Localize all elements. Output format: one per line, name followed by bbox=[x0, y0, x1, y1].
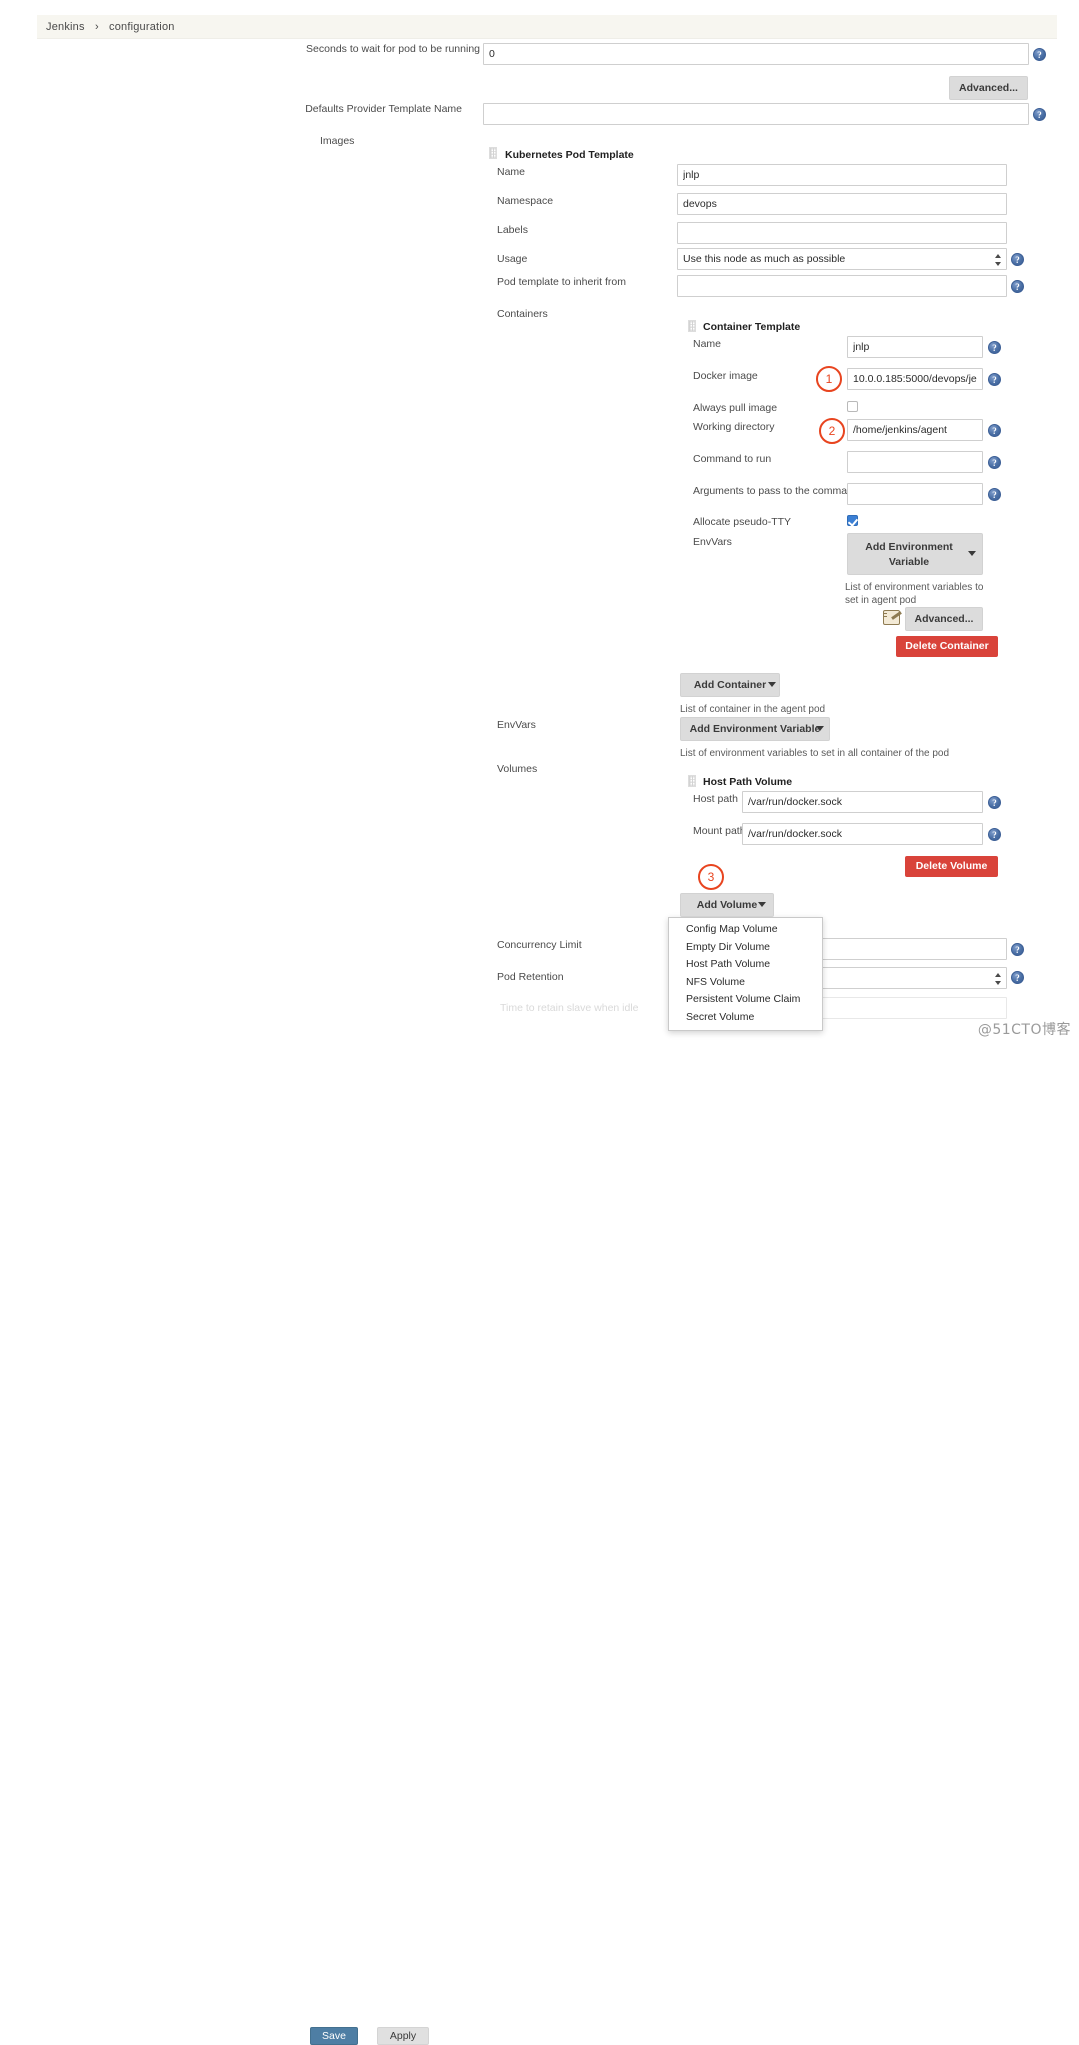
always-pull-label: Always pull image bbox=[693, 402, 778, 414]
delete-volume-button[interactable]: Delete Volume bbox=[905, 856, 998, 877]
breadcrumb-root[interactable]: Jenkins bbox=[46, 21, 85, 33]
help-icon-pod-usage[interactable]: ? bbox=[1011, 253, 1024, 266]
seconds-to-wait-input[interactable] bbox=[483, 43, 1029, 65]
help-icon-host-path[interactable]: ? bbox=[988, 796, 1001, 809]
menu-item-secret-volume[interactable]: Secret Volume bbox=[669, 1009, 822, 1027]
pod-namespace-input[interactable] bbox=[677, 193, 1007, 215]
help-icon-mount-path[interactable]: ? bbox=[988, 828, 1001, 841]
container-envvars-label: EnvVars bbox=[693, 536, 732, 548]
callout-1: 1 bbox=[816, 366, 842, 392]
host-path-input[interactable] bbox=[742, 791, 983, 813]
volumes-label: Volumes bbox=[497, 763, 538, 775]
pod-add-env-var-label: Add Environment Variable bbox=[689, 723, 821, 735]
add-container-hint: List of container in the agent pod bbox=[680, 704, 826, 715]
drag-handle-host-path-volume[interactable] bbox=[688, 775, 696, 787]
help-icon-pod-inherit[interactable]: ? bbox=[1011, 280, 1024, 293]
help-icon-seconds-to-wait[interactable]: ? bbox=[1033, 48, 1046, 61]
select-spinner-icon-pod-retention bbox=[995, 971, 1002, 987]
working-directory-label: Working directory bbox=[693, 421, 775, 433]
add-volume-label: Add Volume bbox=[696, 899, 758, 911]
allocate-tty-checkbox[interactable] bbox=[847, 515, 858, 526]
defaults-provider-input[interactable] bbox=[483, 103, 1029, 125]
help-icon-arguments[interactable]: ? bbox=[988, 488, 1001, 501]
breadcrumb-current[interactable]: configuration bbox=[109, 21, 175, 33]
container-name-input[interactable] bbox=[847, 336, 983, 358]
chevron-down-icon-container-envvars[interactable] bbox=[968, 551, 976, 556]
pod-name-input[interactable] bbox=[677, 164, 1007, 186]
command-to-run-label: Command to run bbox=[693, 453, 772, 465]
select-spinner-icon bbox=[995, 252, 1002, 268]
pod-envvars-hint: List of environment variables to set in … bbox=[680, 748, 950, 759]
concurrency-limit-label: Concurrency Limit bbox=[497, 939, 582, 951]
chevron-down-icon-add-volume[interactable] bbox=[758, 902, 766, 907]
help-icon-pod-retention[interactable]: ? bbox=[1011, 971, 1024, 984]
container-name-label: Name bbox=[693, 338, 722, 350]
help-icon-defaults-provider[interactable]: ? bbox=[1033, 108, 1046, 121]
menu-item-config-map-volume[interactable]: Config Map Volume bbox=[669, 921, 822, 939]
pod-usage-label: Usage bbox=[497, 253, 528, 265]
host-path-volume-title: Host Path Volume bbox=[703, 776, 793, 788]
menu-item-nfs-volume[interactable]: NFS Volume bbox=[669, 974, 822, 992]
defaults-provider-label: Defaults Provider Template Name bbox=[305, 103, 462, 115]
pod-namespace-label: Namespace bbox=[497, 195, 554, 207]
pod-labels-label: Labels bbox=[497, 224, 528, 236]
pod-template-title: Kubernetes Pod Template bbox=[505, 149, 634, 161]
chevron-down-icon-add-container[interactable] bbox=[768, 682, 776, 687]
mount-path-label: Mount path bbox=[693, 825, 746, 837]
apply-button[interactable]: Apply bbox=[377, 2027, 429, 2045]
pod-add-env-var-button[interactable]: Add Environment Variable bbox=[680, 717, 830, 741]
callout-2: 2 bbox=[819, 418, 845, 444]
containers-label: Containers bbox=[497, 308, 548, 320]
docker-image-input[interactable] bbox=[847, 368, 983, 390]
allocate-tty-label: Allocate pseudo-TTY bbox=[693, 516, 792, 528]
drag-handle-container-template[interactable] bbox=[688, 320, 696, 332]
chevron-down-icon-pod-envvars[interactable] bbox=[816, 726, 824, 731]
pod-inherit-label: Pod template to inherit from bbox=[497, 276, 626, 288]
help-icon-command-to-run[interactable]: ? bbox=[988, 456, 1001, 469]
pod-envvars-label: EnvVars bbox=[497, 719, 536, 731]
help-icon-working-directory[interactable]: ? bbox=[988, 424, 1001, 437]
command-to-run-input[interactable] bbox=[847, 451, 983, 473]
breadcrumb: Jenkins › configuration bbox=[37, 15, 1057, 39]
always-pull-checkbox[interactable] bbox=[847, 401, 858, 412]
menu-item-empty-dir-volume[interactable]: Empty Dir Volume bbox=[669, 939, 822, 957]
host-path-label: Host path bbox=[693, 793, 738, 805]
breadcrumb-separator-icon: › bbox=[95, 21, 99, 33]
watermark: @51CTO博客 bbox=[977, 1022, 1071, 1038]
arguments-input[interactable] bbox=[847, 483, 983, 505]
help-icon-container-name[interactable]: ? bbox=[988, 341, 1001, 354]
menu-item-persistent-volume-claim[interactable]: Persistent Volume Claim bbox=[669, 991, 822, 1009]
container-advanced-button[interactable]: Advanced... bbox=[905, 607, 983, 631]
advanced-top-button[interactable]: Advanced... bbox=[949, 76, 1028, 100]
images-label: Images bbox=[320, 135, 355, 147]
edit-notepad-icon[interactable] bbox=[883, 610, 900, 625]
add-container-button[interactable]: Add Container bbox=[680, 673, 780, 697]
pod-retention-label: Pod Retention bbox=[497, 971, 564, 983]
save-button[interactable]: Save bbox=[310, 2027, 358, 2045]
container-template-title: Container Template bbox=[703, 321, 801, 333]
container-add-env-var-button[interactable]: Add Environment Variable bbox=[847, 533, 983, 575]
container-envvars-hint: List of environment variables to set in … bbox=[845, 582, 984, 606]
pod-name-label: Name bbox=[497, 166, 526, 178]
working-directory-input[interactable] bbox=[847, 419, 983, 441]
pod-inherit-input[interactable] bbox=[677, 275, 1007, 297]
container-add-env-var-label: Add Environment Variable bbox=[865, 541, 953, 568]
mount-path-input[interactable] bbox=[742, 823, 983, 845]
callout-3: 3 bbox=[698, 864, 724, 890]
pod-usage-select[interactable]: Use this node as much as possible bbox=[677, 248, 1007, 270]
arguments-label: Arguments to pass to the command bbox=[693, 485, 859, 497]
add-container-label: Add Container bbox=[693, 679, 767, 691]
help-icon-docker-image[interactable]: ? bbox=[988, 373, 1001, 386]
pod-labels-input[interactable] bbox=[677, 222, 1007, 244]
menu-item-host-path-volume[interactable]: Host Path Volume bbox=[669, 956, 822, 974]
seconds-to-wait-label: Seconds to wait for pod to be running bbox=[306, 43, 480, 55]
delete-container-button[interactable]: Delete Container bbox=[896, 636, 998, 657]
docker-image-label: Docker image bbox=[693, 370, 758, 382]
action-bar: Save Apply bbox=[0, 1006, 1079, 2045]
add-volume-menu[interactable]: Config Map Volume Empty Dir Volume Host … bbox=[668, 917, 823, 1031]
pod-usage-selected-value: Use this node as much as possible bbox=[683, 253, 846, 265]
drag-handle-pod-template[interactable] bbox=[489, 147, 497, 159]
help-icon-concurrency-limit[interactable]: ? bbox=[1011, 943, 1024, 956]
